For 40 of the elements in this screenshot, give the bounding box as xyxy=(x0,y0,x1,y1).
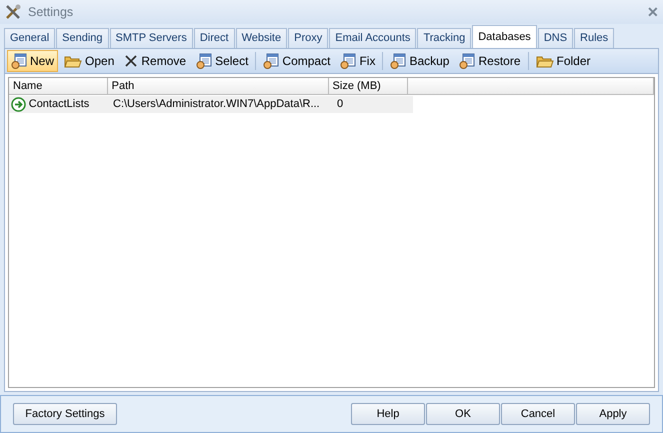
tools-icon xyxy=(4,3,22,21)
column-header[interactable]: Size (MB) xyxy=(328,78,408,94)
tab[interactable]: Website xyxy=(236,28,288,48)
column-header[interactable]: Name xyxy=(9,78,108,94)
tab[interactable]: Databases xyxy=(472,25,537,48)
database-icon xyxy=(459,53,476,69)
database-icon xyxy=(196,53,212,69)
table-cell: 0 xyxy=(333,96,413,113)
toolbar-button[interactable]: Select xyxy=(192,50,252,72)
tab[interactable]: Direct xyxy=(194,28,235,48)
window-title: Settings xyxy=(28,4,74,21)
toolbar-button[interactable]: Restore xyxy=(455,50,525,72)
toolbar-button[interactable]: New xyxy=(7,50,58,72)
database-icon xyxy=(263,53,280,69)
tab[interactable]: Sending xyxy=(56,28,109,48)
toolbar-button[interactable]: Compact xyxy=(259,50,334,72)
tab[interactable]: DNS xyxy=(538,28,574,48)
tab[interactable]: SMTP Servers xyxy=(110,28,193,48)
toolbar-button[interactable]: Folder xyxy=(532,50,595,72)
toolbar-button[interactable]: Remove xyxy=(120,50,190,72)
tab[interactable]: General xyxy=(4,28,56,48)
tab[interactable]: Email Accounts xyxy=(329,28,416,48)
dialog-button[interactable]: Cancel xyxy=(501,403,575,425)
database-icon xyxy=(340,53,356,69)
close-icon xyxy=(124,54,138,68)
factory-settings-button[interactable]: Factory Settings xyxy=(13,403,117,425)
toolbar-button[interactable]: Backup xyxy=(386,50,454,72)
table-cell: C:\Users\Administrator.WIN7\AppData\R... xyxy=(109,96,333,113)
column-header[interactable]: Path xyxy=(108,78,329,94)
tab[interactable]: Proxy xyxy=(288,28,328,48)
tab[interactable]: Rules xyxy=(574,28,614,48)
tab[interactable]: Tracking xyxy=(417,28,472,48)
dialog-button[interactable]: Apply xyxy=(576,403,650,425)
toolbar-button[interactable]: Fix xyxy=(336,50,380,72)
database-icon xyxy=(390,53,406,69)
toolbar-button[interactable]: Open xyxy=(60,50,118,72)
table-cell-text: ContactLists xyxy=(28,97,90,112)
dialog-button[interactable]: Help xyxy=(351,403,425,425)
dialog-button[interactable]: OK xyxy=(426,403,500,425)
database-icon xyxy=(11,53,27,69)
